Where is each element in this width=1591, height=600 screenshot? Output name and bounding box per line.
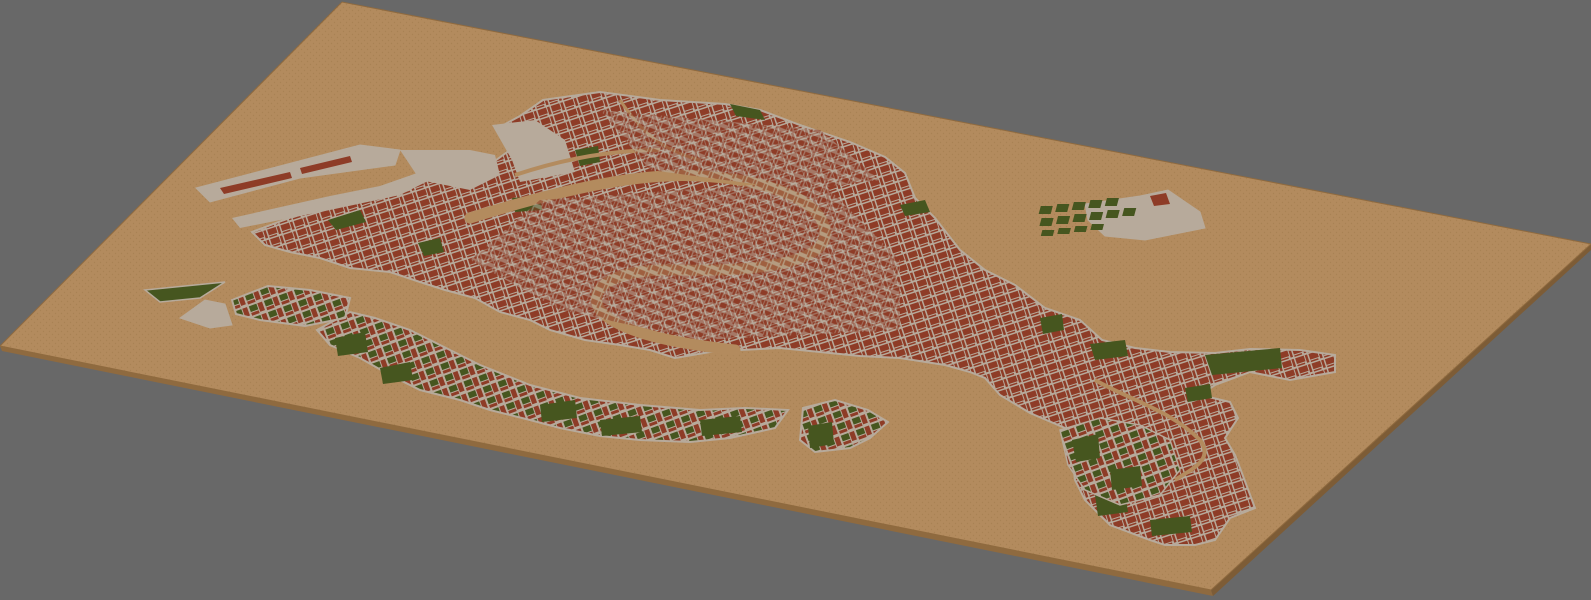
venice-3d-city-map[interactable] [0, 0, 1591, 600]
map-viewport[interactable] [0, 0, 1591, 600]
garden-patch [1110, 466, 1142, 490]
garden-patch [808, 422, 834, 448]
